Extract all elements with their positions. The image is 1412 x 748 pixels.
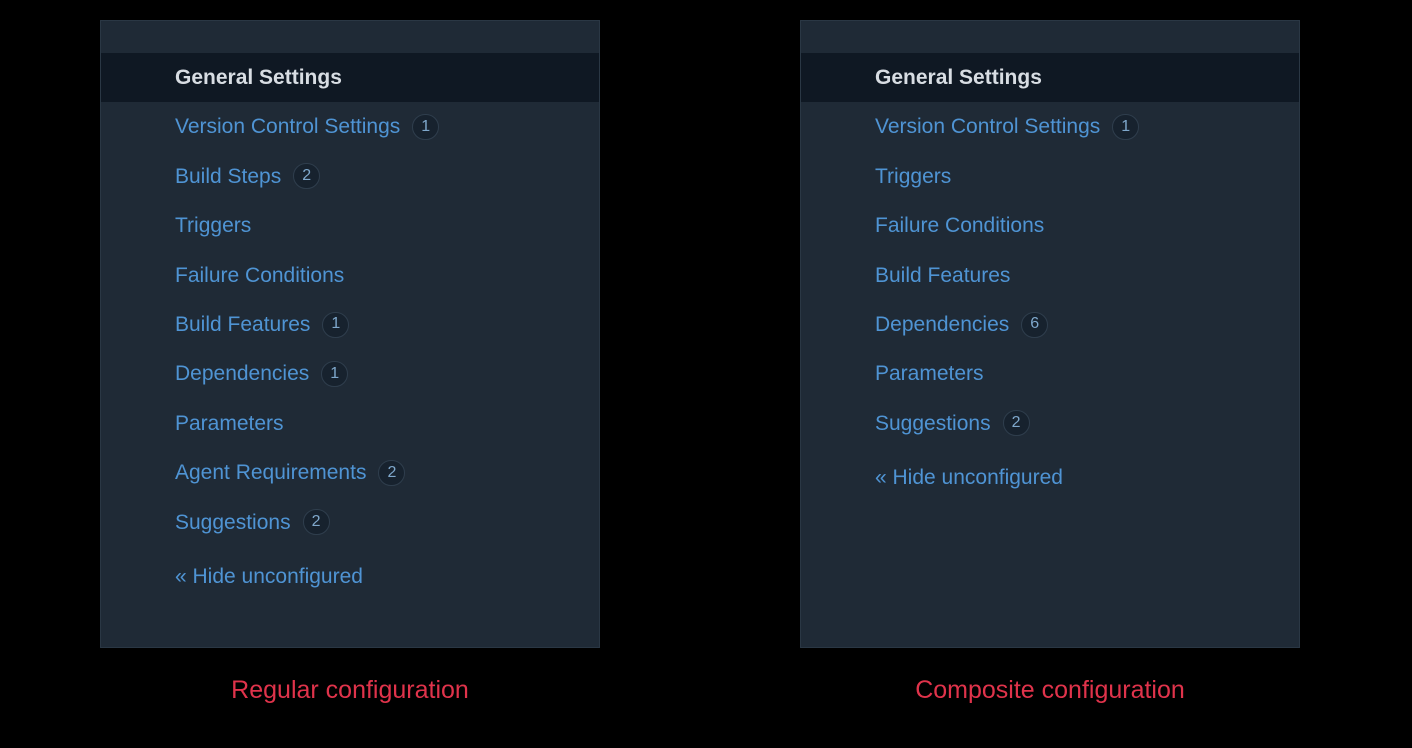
sidebar-item-label: Agent Requirements [175,458,366,487]
sidebar-item-vcs-settings[interactable]: Version Control Settings 1 [801,102,1299,151]
sidebar-composite-config: General Settings Version Control Setting… [800,20,1300,648]
hide-unconfigured-link[interactable]: « Hide unconfigured [801,448,1299,500]
sidebar-item-label: General Settings [175,63,342,92]
caption-regular: Regular configuration [100,676,600,705]
count-badge: 1 [321,361,348,387]
sidebar-item-build-features[interactable]: Build Features 1 [101,300,599,349]
panel-header-spacer [101,21,599,53]
sidebar-item-parameters[interactable]: Parameters [801,349,1299,398]
count-badge: 2 [1003,410,1030,436]
count-badge: 2 [378,460,405,486]
count-badge: 1 [1112,114,1139,140]
count-badge: 1 [322,312,349,338]
sidebar-item-triggers[interactable]: Triggers [101,201,599,250]
sidebar-item-parameters[interactable]: Parameters [101,399,599,448]
sidebar-item-label: Suggestions [175,508,291,537]
count-badge: 2 [293,163,320,189]
hide-unconfigured-label: « Hide unconfigured [875,466,1063,489]
hide-unconfigured-link[interactable]: « Hide unconfigured [101,547,599,599]
sidebar-item-label: General Settings [875,63,1042,92]
caption-composite: Composite configuration [800,676,1300,705]
count-badge: 2 [303,509,330,535]
sidebar-item-vcs-settings[interactable]: Version Control Settings 1 [101,102,599,151]
sidebar-item-label: Build Steps [175,162,281,191]
sidebar-item-failure-conditions[interactable]: Failure Conditions [101,251,599,300]
sidebar-item-label: Dependencies [875,310,1009,339]
sidebar-item-label: Failure Conditions [175,261,344,290]
sidebar-item-label: Triggers [875,162,951,191]
sidebar-item-label: Parameters [175,409,284,438]
sidebar-item-label: Version Control Settings [875,112,1100,141]
sidebar-item-general-settings[interactable]: General Settings [801,53,1299,102]
sidebar-item-label: Failure Conditions [875,211,1044,240]
sidebar-item-suggestions[interactable]: Suggestions 2 [101,498,599,547]
sidebar-item-triggers[interactable]: Triggers [801,152,1299,201]
hide-unconfigured-label: « Hide unconfigured [175,565,363,588]
sidebar-item-label: Parameters [875,359,984,388]
sidebar-item-dependencies[interactable]: Dependencies 1 [101,349,599,398]
sidebar-item-label: Build Features [175,310,310,339]
panel-header-spacer [801,21,1299,53]
sidebar-item-label: Suggestions [875,409,991,438]
sidebar-item-agent-requirements[interactable]: Agent Requirements 2 [101,448,599,497]
sidebar-item-label: Build Features [875,261,1010,290]
sidebar-item-failure-conditions[interactable]: Failure Conditions [801,201,1299,250]
sidebar-item-label: Triggers [175,211,251,240]
sidebar-regular-config: General Settings Version Control Setting… [100,20,600,648]
count-badge: 1 [412,114,439,140]
sidebar-item-suggestions[interactable]: Suggestions 2 [801,399,1299,448]
sidebar-item-build-features[interactable]: Build Features [801,251,1299,300]
sidebar-item-label: Version Control Settings [175,112,400,141]
count-badge: 6 [1021,312,1048,338]
sidebar-item-label: Dependencies [175,359,309,388]
sidebar-item-dependencies[interactable]: Dependencies 6 [801,300,1299,349]
sidebar-item-general-settings[interactable]: General Settings [101,53,599,102]
sidebar-item-build-steps[interactable]: Build Steps 2 [101,152,599,201]
